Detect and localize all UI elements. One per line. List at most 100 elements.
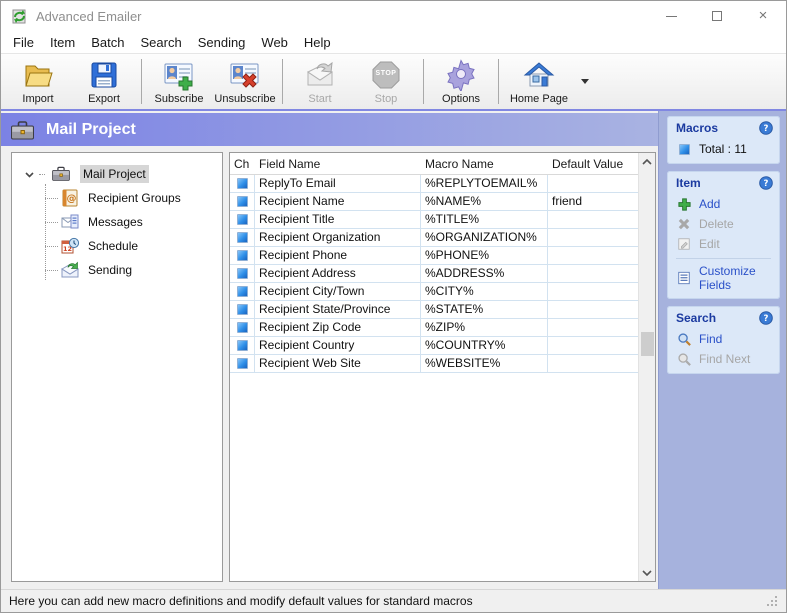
resize-grip[interactable] (767, 596, 777, 606)
project-tree: Mail Project @ Recipient Groups (12, 162, 222, 282)
row-checkbox[interactable] (237, 268, 248, 279)
macro-row[interactable]: Recipient Title %TITLE% (230, 211, 638, 229)
macro-row[interactable]: Recipient Address %ADDRESS% (230, 265, 638, 283)
macro-name-cell: %PHONE% (421, 247, 548, 265)
tree-node-schedule[interactable]: 12 Schedule (12, 234, 222, 258)
tree-label-sending[interactable]: Sending (85, 261, 135, 279)
row-checkbox[interactable] (237, 286, 248, 297)
macro-row[interactable]: Recipient Web Site %WEBSITE% (230, 355, 638, 373)
content-area: Mail Project (1, 109, 786, 589)
menu-file[interactable]: File (5, 33, 42, 52)
project-tree-panel: Mail Project @ Recipient Groups (11, 152, 223, 582)
macro-row[interactable]: Recipient City/Town %CITY% (230, 283, 638, 301)
status-text: Here you can add new macro definitions a… (9, 594, 767, 608)
menu-web[interactable]: Web (253, 33, 296, 52)
macro-row[interactable]: Recipient Name %NAME% friend (230, 193, 638, 211)
scroll-up-button[interactable] (639, 153, 656, 170)
scrollbar-thumb[interactable] (641, 332, 654, 356)
help-icon[interactable]: ? (759, 311, 773, 325)
macro-name-cell: %ZIP% (421, 319, 548, 337)
export-button[interactable]: Export (71, 56, 137, 107)
briefcase-icon (51, 164, 71, 184)
macro-row[interactable]: Recipient State/Province %STATE% (230, 301, 638, 319)
svg-text:@: @ (67, 194, 77, 205)
menu-search[interactable]: Search (133, 33, 190, 52)
tree-node-sending[interactable]: Sending (12, 258, 222, 282)
row-checkbox[interactable] (237, 196, 248, 207)
row-checkbox[interactable] (237, 250, 248, 261)
tree-node-messages[interactable]: Messages (12, 210, 222, 234)
find-button[interactable]: Find (667, 329, 780, 349)
macro-row[interactable]: ReplyTo Email %REPLYTOEMAIL% (230, 175, 638, 193)
macro-row[interactable]: Recipient Zip Code %ZIP% (230, 319, 638, 337)
tree-label-recipient-groups[interactable]: Recipient Groups (85, 189, 184, 207)
macro-row[interactable]: Recipient Phone %PHONE% (230, 247, 638, 265)
search-section-title: Search (676, 311, 716, 325)
subscribe-label: Subscribe (155, 93, 204, 105)
field-name-cell: Recipient Phone (255, 247, 421, 265)
home-page-button[interactable]: Home Page (503, 56, 575, 107)
column-header-default-value[interactable]: Default Value (548, 153, 638, 174)
help-icon[interactable]: ? (759, 176, 773, 190)
chevron-down-icon (581, 79, 589, 84)
menu-batch[interactable]: Batch (83, 33, 132, 52)
tree-node-mail-project[interactable]: Mail Project (12, 162, 222, 186)
home-page-dropdown[interactable] (575, 56, 595, 107)
menu-item[interactable]: Item (42, 33, 83, 52)
customize-fields-button[interactable]: Customize Fields (667, 262, 780, 294)
search-section-header: Search ? (667, 306, 780, 329)
minimize-button[interactable] (648, 2, 694, 31)
macros-total: Total : 11 (667, 139, 780, 159)
row-checkbox[interactable] (237, 340, 248, 351)
subscribe-button[interactable]: Subscribe (146, 56, 212, 107)
menu-sending[interactable]: Sending (190, 33, 254, 52)
title-bar: Advanced Emailer × (1, 1, 786, 31)
row-checkbox[interactable] (237, 304, 248, 315)
column-header-ch[interactable]: Ch (230, 153, 255, 174)
macro-row[interactable]: Recipient Organization %ORGANIZATION% (230, 229, 638, 247)
sidebar: Macros ? Total : 11 Item ? (658, 111, 786, 589)
macro-name-cell: %REPLYTOEMAIL% (421, 175, 548, 193)
schedule-icon: 12 (60, 236, 80, 256)
briefcase-icon (9, 118, 36, 142)
column-header-macro-name[interactable]: Macro Name (421, 153, 548, 174)
grid-header: Ch Field Name Macro Name Default Value (230, 153, 638, 175)
item-section-header: Item ? (667, 171, 780, 194)
row-checkbox[interactable] (237, 178, 248, 189)
macro-name-cell: %CITY% (421, 283, 548, 301)
menu-help[interactable]: Help (296, 33, 339, 52)
tree-node-recipient-groups[interactable]: @ Recipient Groups (12, 186, 222, 210)
close-button[interactable]: × (740, 2, 786, 31)
row-checkbox[interactable] (237, 358, 248, 369)
maximize-button[interactable] (694, 2, 740, 31)
macro-row[interactable]: Recipient Country %COUNTRY% (230, 337, 638, 355)
import-button[interactable]: Import (5, 56, 71, 107)
scroll-down-button[interactable] (639, 564, 656, 581)
field-name-cell: ReplyTo Email (255, 175, 421, 193)
field-name-cell: Recipient Country (255, 337, 421, 355)
options-button[interactable]: Options (428, 56, 494, 107)
column-header-field-name[interactable]: Field Name (255, 153, 421, 174)
field-name-cell: Recipient City/Town (255, 283, 421, 301)
row-checkbox[interactable] (237, 322, 248, 333)
field-name-cell: Recipient Name (255, 193, 421, 211)
help-icon[interactable]: ? (759, 121, 773, 135)
tree-label-mail-project[interactable]: Mail Project (80, 165, 149, 183)
plus-icon (676, 196, 692, 212)
chevron-expanded-icon[interactable] (24, 169, 35, 180)
tree-label-messages[interactable]: Messages (85, 213, 146, 231)
item-section: Item ? Add Delete (667, 171, 780, 299)
tree-dots (45, 246, 58, 247)
unsubscribe-button[interactable]: Unsubscribe (212, 56, 278, 107)
macro-name-cell: %WEBSITE% (421, 355, 548, 373)
macros-section: Macros ? Total : 11 (667, 116, 780, 164)
tree-label-schedule[interactable]: Schedule (85, 237, 141, 255)
toolbar-separator (498, 59, 499, 104)
svg-text:?: ? (764, 124, 769, 134)
row-checkbox[interactable] (237, 232, 248, 243)
options-label: Options (442, 93, 480, 105)
vertical-scrollbar[interactable] (638, 153, 655, 581)
search-section: Search ? Find Find Next (667, 306, 780, 374)
row-checkbox[interactable] (237, 214, 248, 225)
add-button[interactable]: Add (667, 194, 780, 214)
